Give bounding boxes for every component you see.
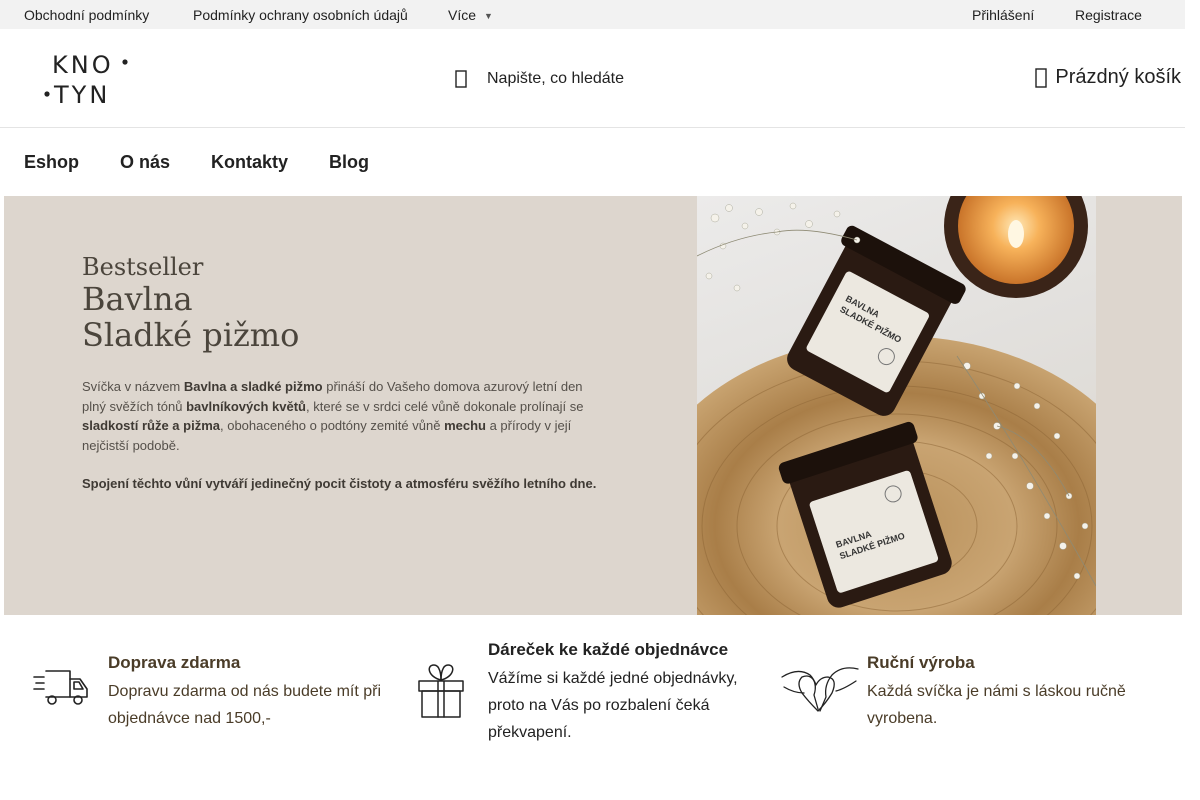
gift-icon <box>414 661 468 724</box>
register-link[interactable]: Registrace <box>1075 7 1142 23</box>
top-utility-bar: Obchodní podmínky Podmínky ochrany osobn… <box>0 0 1185 29</box>
chevron-down-icon: ▼ <box>484 11 493 21</box>
hero-banner-edge <box>1096 196 1182 615</box>
nav-item-eshop[interactable]: Eshop <box>24 152 79 173</box>
hero-title-line2: Sladké pižmo <box>82 316 300 354</box>
cart-button[interactable]: Prázdný košík <box>1035 66 1181 89</box>
search-box[interactable]: Napište, co hledáte <box>455 67 624 91</box>
heart-hands-icon <box>780 663 860 722</box>
candle-product-photo: BAVLNA SLADKÉ PIŽMO BAVLNA SLADKÉ PIŽMO <box>697 196 1096 615</box>
logo-text-top: KNO <box>52 51 114 79</box>
search-placeholder[interactable]: Napište, co hledáte <box>487 70 624 88</box>
brand-logo[interactable]: KNO TYN <box>42 43 132 105</box>
delivery-truck-icon <box>32 667 90 714</box>
feature-title: Doprava zdarma <box>108 653 241 672</box>
nav-item-contacts[interactable]: Kontakty <box>211 152 288 173</box>
hero-description-closing: Spojení těchto vůní vytváří jedinečný po… <box>82 476 597 491</box>
nav-item-blog[interactable]: Blog <box>329 152 369 173</box>
hero-kicker: Bestseller <box>82 253 204 281</box>
feature-text: Vážíme si každé jedné objednávky, proto … <box>488 670 738 741</box>
hero-banner[interactable]: Bestseller Bavlna Sladké pižmo Svíčka v … <box>4 196 1182 615</box>
cart-label: Prázdný košík <box>1055 66 1181 88</box>
login-link[interactable]: Přihlášení <box>972 7 1034 23</box>
terms-link[interactable]: Obchodní podmínky <box>24 7 149 23</box>
feature-title: Ruční výroba <box>867 653 975 672</box>
search-icon[interactable] <box>455 70 467 88</box>
logo-text-bottom: TYN <box>53 81 110 105</box>
site-header: KNO TYN Napište, co hledáte Prázdný koší… <box>0 29 1185 128</box>
more-menu[interactable]: Více ▼ <box>448 7 493 23</box>
feature-title: Dáreček ke každé objednávce <box>488 640 729 659</box>
features-row: Doprava zdarma Dopravu zdarma od nás bud… <box>0 615 1185 800</box>
main-nav: Eshop O nás Kontakty Blog <box>0 128 1185 196</box>
more-menu-label: Více <box>448 7 477 23</box>
privacy-link[interactable]: Podmínky ochrany osobních údajů <box>193 7 408 23</box>
hero-description: Svíčka v názvem Bavlna a sladké pižmo př… <box>82 379 584 453</box>
hero-text: Bestseller Bavlna Sladké pižmo Svíčka v … <box>82 253 602 494</box>
feature-text: Dopravu zdarma od nás budete mít při obj… <box>108 683 382 727</box>
hero-title-line1: Bavlna <box>82 280 193 318</box>
cart-icon <box>1035 67 1048 88</box>
feature-text: Každá svíčka je námi s láskou ručně vyro… <box>867 683 1126 727</box>
nav-item-about[interactable]: O nás <box>120 152 170 173</box>
